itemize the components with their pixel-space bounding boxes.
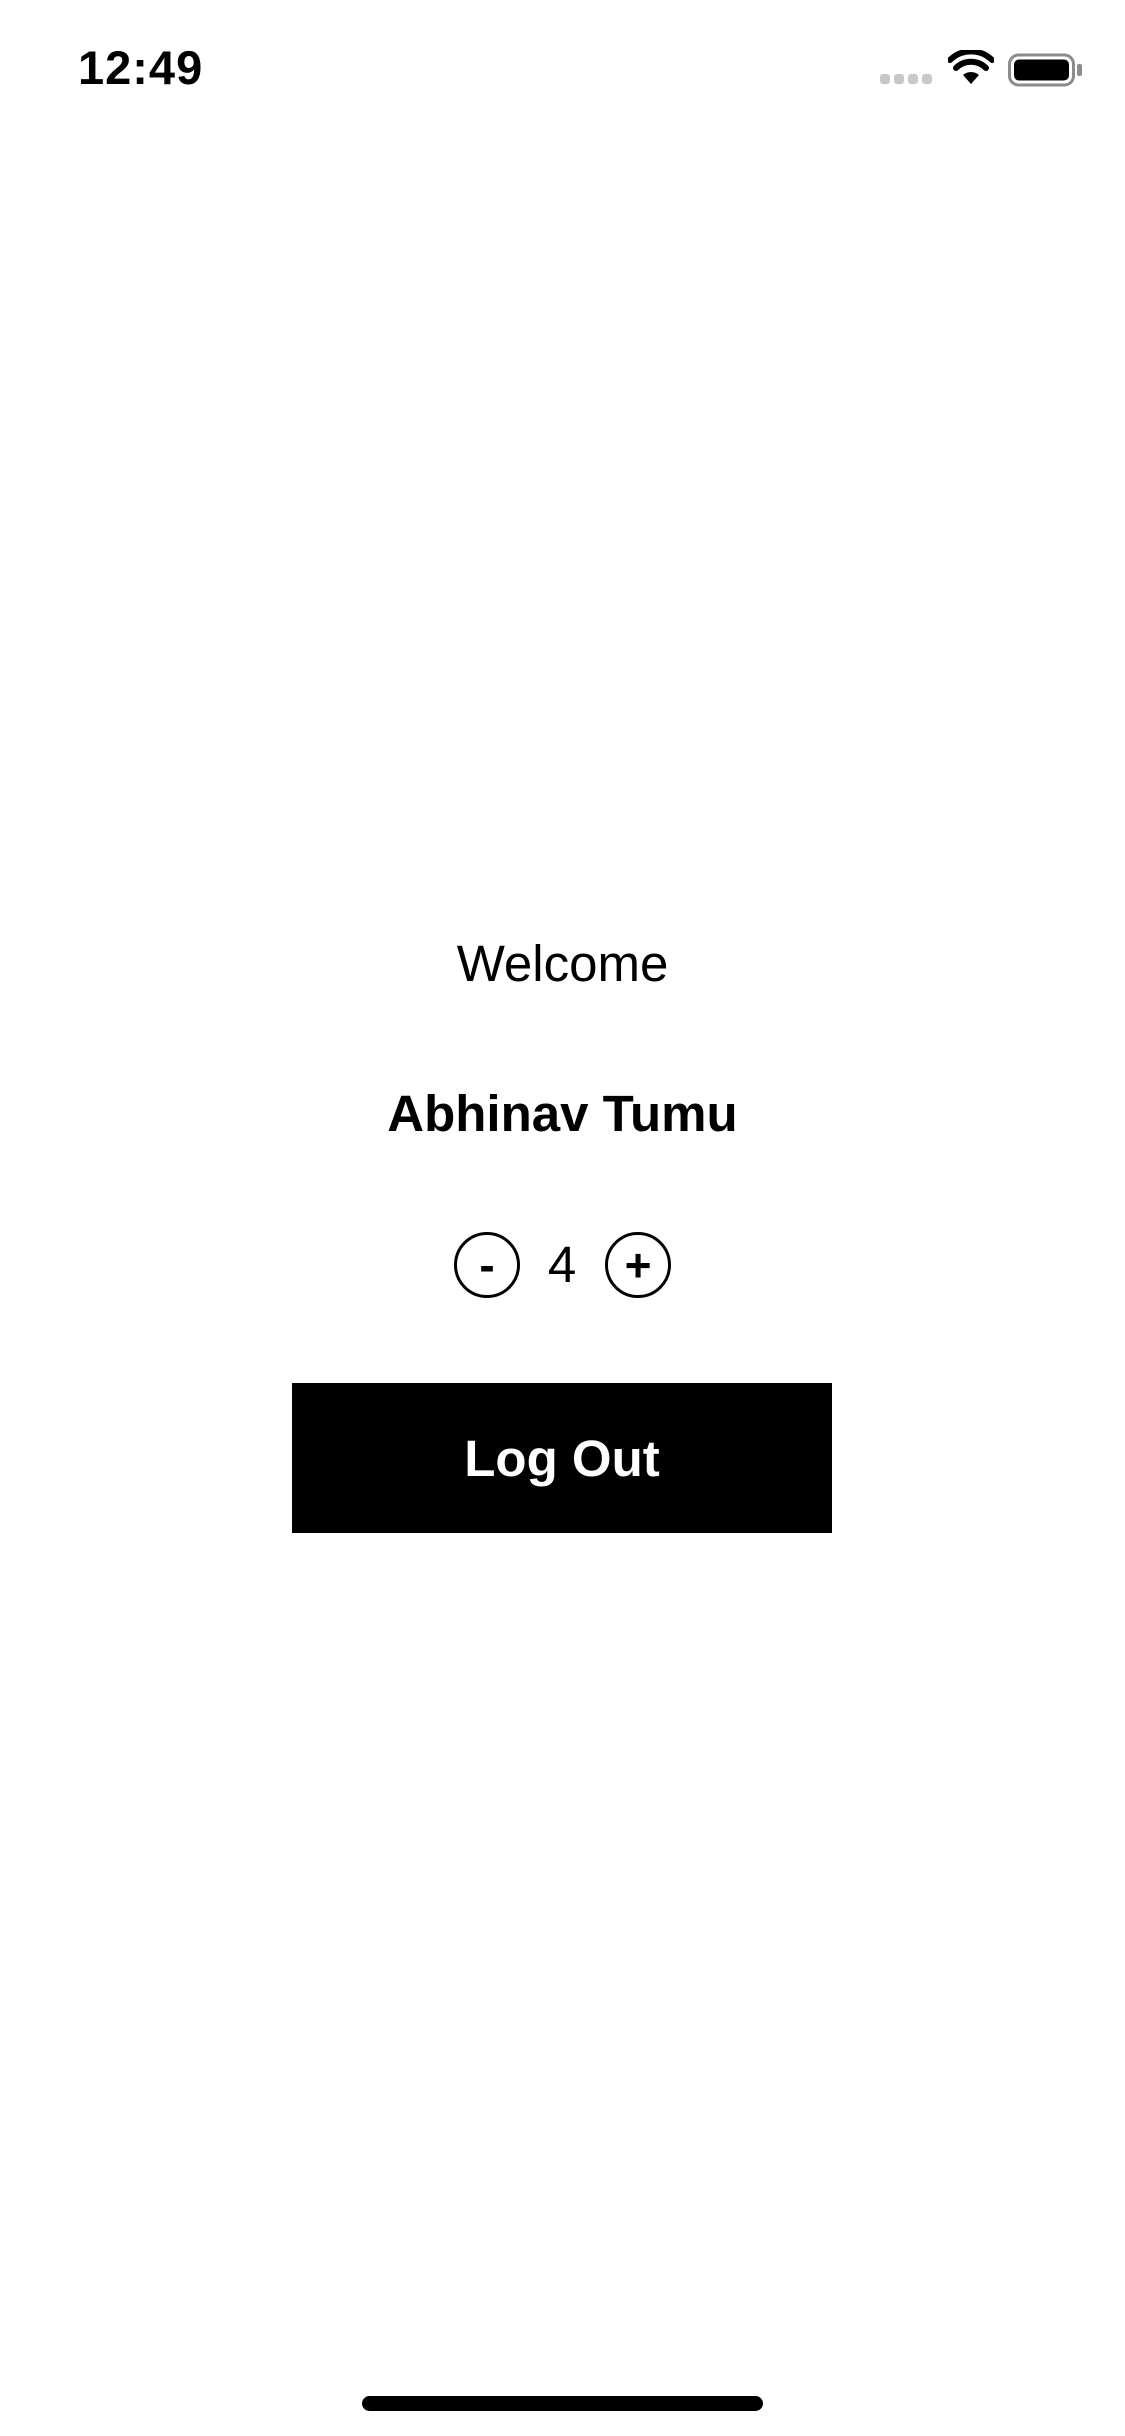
home-indicator[interactable] bbox=[362, 2396, 763, 2411]
welcome-text: Welcome bbox=[456, 935, 669, 992]
battery-icon bbox=[1008, 53, 1082, 87]
quantity-stepper: - 4 + bbox=[0, 1232, 1125, 1298]
user-name: Abhinav Tumu bbox=[387, 1085, 738, 1142]
status-bar: 12:49 bbox=[0, 0, 1125, 140]
increment-button[interactable]: + bbox=[605, 1232, 671, 1298]
logout-button[interactable]: Log Out bbox=[292, 1383, 832, 1533]
stepper-value: 4 bbox=[547, 1236, 577, 1293]
status-time: 12:49 bbox=[78, 41, 204, 94]
cellular-signal-icon bbox=[880, 74, 934, 86]
decrement-button[interactable]: - bbox=[454, 1232, 520, 1298]
wifi-icon bbox=[948, 50, 994, 84]
